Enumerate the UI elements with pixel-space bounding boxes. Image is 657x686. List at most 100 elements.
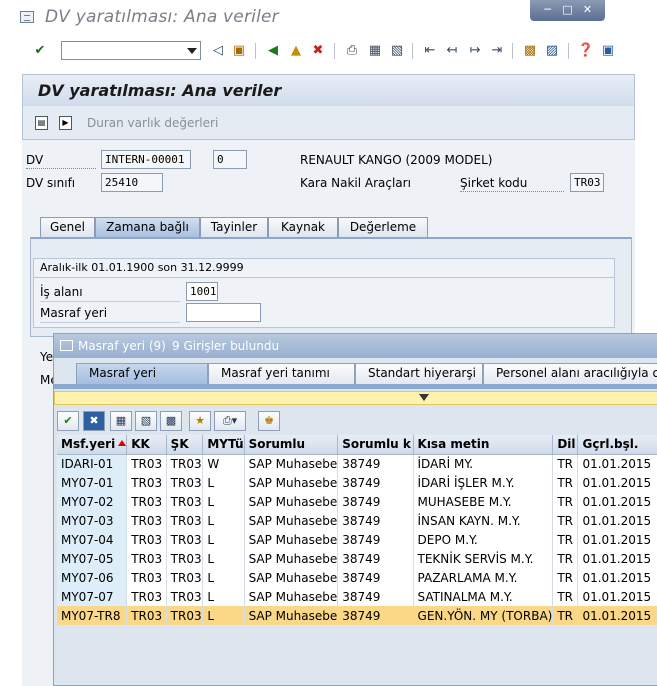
- column-header-cost-center[interactable]: Msf.yeri: [57, 435, 128, 455]
- value-help-dialog: Masraf yeri (9) 9 Girişler bulundu Masra…: [53, 333, 657, 686]
- company-code-field[interactable]: TR03: [570, 173, 604, 192]
- cost-center-line: [40, 322, 180, 323]
- tab-tayinler[interactable]: Tayinler: [200, 217, 268, 237]
- column-header-valid-from[interactable]: Gçrl.bşl.: [577, 435, 657, 455]
- last-page-icon[interactable]: ⇥: [488, 42, 506, 60]
- window-menu-icon[interactable]: [20, 11, 34, 23]
- table-row[interactable]: MY07-05 TR03 TR03 L SAP Muhasebe 38749 TEKNİK …: [57, 549, 657, 568]
- column-header-company-code[interactable]: ŞK: [166, 435, 204, 455]
- table-cell: İNSAN KAYN. M.Y.: [413, 511, 554, 530]
- table-cell: TR03: [126, 530, 167, 549]
- table-cell: 38749: [337, 587, 414, 606]
- table-cell: TR03: [126, 454, 167, 473]
- table-cell: TR03: [166, 473, 204, 492]
- table-row[interactable]: MY07-04 TR03 TR03 L SAP Muhasebe 38749 DEPO M.…: [57, 530, 657, 549]
- table-row[interactable]: MY07-07 TR03 TR03 L SAP Muhasebe 38749 SATINAL…: [57, 587, 657, 606]
- asset-values-icon[interactable]: ▶: [59, 116, 72, 130]
- table-row[interactable]: MY07-06 TR03 TR03 L SAP Muhasebe 38749 PAZARLA…: [57, 568, 657, 587]
- find-icon[interactable]: ▦: [366, 42, 384, 60]
- find-next-icon[interactable]: ▧: [388, 42, 406, 60]
- table-cell: İDARİ MY.: [413, 454, 554, 473]
- table-cell: SAP Muhasebe: [244, 454, 339, 473]
- table-row[interactable]: MY07-01 TR03 TR03 L SAP Muhasebe 38749 İDARİ İ…: [57, 473, 657, 492]
- exit-icon[interactable]: ▲: [287, 42, 305, 60]
- minimize-icon[interactable]: ─: [538, 2, 557, 18]
- toolbar-separator: [334, 43, 335, 59]
- print-icon[interactable]: ⎙: [343, 42, 361, 60]
- cancel-icon[interactable]: ✖: [309, 42, 327, 60]
- first-page-icon[interactable]: ⇤: [421, 42, 439, 60]
- table-cell: MY07-04: [57, 530, 128, 549]
- chevron-down-icon[interactable]: [419, 394, 429, 401]
- maximize-icon[interactable]: □: [558, 2, 577, 18]
- tab-degerleme[interactable]: Değerleme: [338, 217, 428, 237]
- table-row[interactable]: IDARI-01 TR03 TR03 W SAP Muhasebe 38749 İDARİ …: [57, 454, 657, 473]
- table-cell: 01.01.2015: [577, 587, 657, 606]
- table-cell: TR: [552, 511, 579, 530]
- print-icon[interactable]: ⎙▾: [214, 411, 246, 431]
- business-area-label: İş alanı: [40, 285, 83, 299]
- table-cell: IDARI-01: [57, 454, 128, 473]
- table-cell: MY07-TR8: [57, 606, 128, 625]
- new-session-icon[interactable]: ▩: [521, 42, 539, 60]
- save-icon[interactable]: ▣: [230, 42, 248, 60]
- tab-personel-alani[interactable]: Personel alanı aracılığıyla organi: [483, 363, 657, 384]
- asset-class-field[interactable]: 25410: [101, 173, 163, 192]
- dialog-titlebar: Masraf yeri (9) 9 Girişler bulundu: [54, 334, 657, 358]
- enter-check-icon[interactable]: ✔: [31, 42, 49, 60]
- table-row[interactable]: MY07-03 TR03 TR03 L SAP Muhasebe 38749 İNSAN K…: [57, 511, 657, 530]
- close-icon[interactable]: ✕: [578, 2, 597, 18]
- column-header-language[interactable]: Dil: [552, 435, 579, 455]
- column-header-short-text[interactable]: Kısa metin: [413, 435, 554, 455]
- table-cell: 38749: [337, 473, 414, 492]
- table-row-selected[interactable]: MY07-TR8 TR03 TR03 L SAP Muhasebe 38749 GEN.YÖ…: [57, 606, 657, 625]
- tab-masraf-yeri[interactable]: Masraf yeri: [76, 363, 208, 384]
- tab-genel[interactable]: Genel: [40, 217, 95, 237]
- restrictions-toggle[interactable]: [54, 391, 657, 405]
- table-cell: TR03: [126, 587, 167, 606]
- tab-kaynak[interactable]: Kaynak: [268, 217, 338, 237]
- tab-standart-hiyerarsi[interactable]: Standart hiyerarşi: [355, 363, 483, 384]
- dialog-menu-icon[interactable]: [60, 340, 73, 351]
- confirm-check-icon[interactable]: ✔: [57, 411, 79, 431]
- cancel-icon[interactable]: ✖: [83, 411, 105, 431]
- select-all-icon[interactable]: ▩: [160, 411, 182, 431]
- back-icon[interactable]: ◀: [264, 42, 282, 60]
- hidden-field-label: Ye: [40, 350, 54, 364]
- help-icon[interactable]: ❓: [577, 42, 595, 60]
- save-arrow-icon[interactable]: ◁: [209, 42, 227, 60]
- shortcut-icon[interactable]: ▨: [543, 42, 561, 60]
- table-cell: TR03: [166, 530, 204, 549]
- asset-subnumber-field[interactable]: 0: [213, 150, 247, 169]
- window-controls: ─ □ ✕: [530, 0, 605, 21]
- column-header-controlling-area[interactable]: KK: [126, 435, 167, 455]
- column-header-responsible[interactable]: Sorumlu: [244, 435, 339, 455]
- column-header-category[interactable]: MYTü: [202, 435, 245, 455]
- previous-page-icon[interactable]: ↤: [443, 42, 461, 60]
- asset-class-label: DV sınıfı: [26, 176, 76, 190]
- next-page-icon[interactable]: ↦: [466, 42, 484, 60]
- table-row[interactable]: MY07-02 TR03 TR03 L SAP Muhasebe 38749 MUHASEB…: [57, 492, 657, 511]
- table-cell: SAP Muhasebe: [244, 549, 339, 568]
- find-next-icon[interactable]: ▧: [135, 411, 157, 431]
- asset-values-button[interactable]: Duran varlık değerleri: [87, 116, 218, 130]
- find-icon[interactable]: ▦: [110, 411, 132, 431]
- table-cell: SAP Muhasebe: [244, 568, 339, 587]
- tab-masraf-yeri-tanimi[interactable]: Masraf yeri tanımı: [208, 363, 355, 384]
- table-cell: L: [202, 492, 245, 511]
- sort-ascending-icon: [118, 440, 126, 447]
- asset-number-field[interactable]: INTERN-00001: [101, 150, 191, 169]
- cost-center-field[interactable]: [186, 303, 261, 322]
- column-header-responsible-user[interactable]: Sorumlu k: [337, 435, 414, 455]
- personal-list-icon[interactable]: ♚: [258, 411, 280, 431]
- company-code-label: Şirket kodu: [460, 176, 528, 190]
- chevron-down-icon[interactable]: [187, 48, 197, 54]
- table-cell: MUHASEBE M.Y.: [413, 492, 554, 511]
- table-cell: W: [202, 454, 245, 473]
- info-icon[interactable]: ★: [189, 411, 211, 431]
- command-field[interactable]: [61, 41, 201, 60]
- customize-icon[interactable]: ▣: [599, 42, 617, 60]
- tab-zamana-bagli[interactable]: Zamana bağlı: [95, 217, 200, 237]
- business-area-field[interactable]: 1001: [186, 282, 218, 301]
- asset-document-icon[interactable]: ▤: [35, 116, 48, 130]
